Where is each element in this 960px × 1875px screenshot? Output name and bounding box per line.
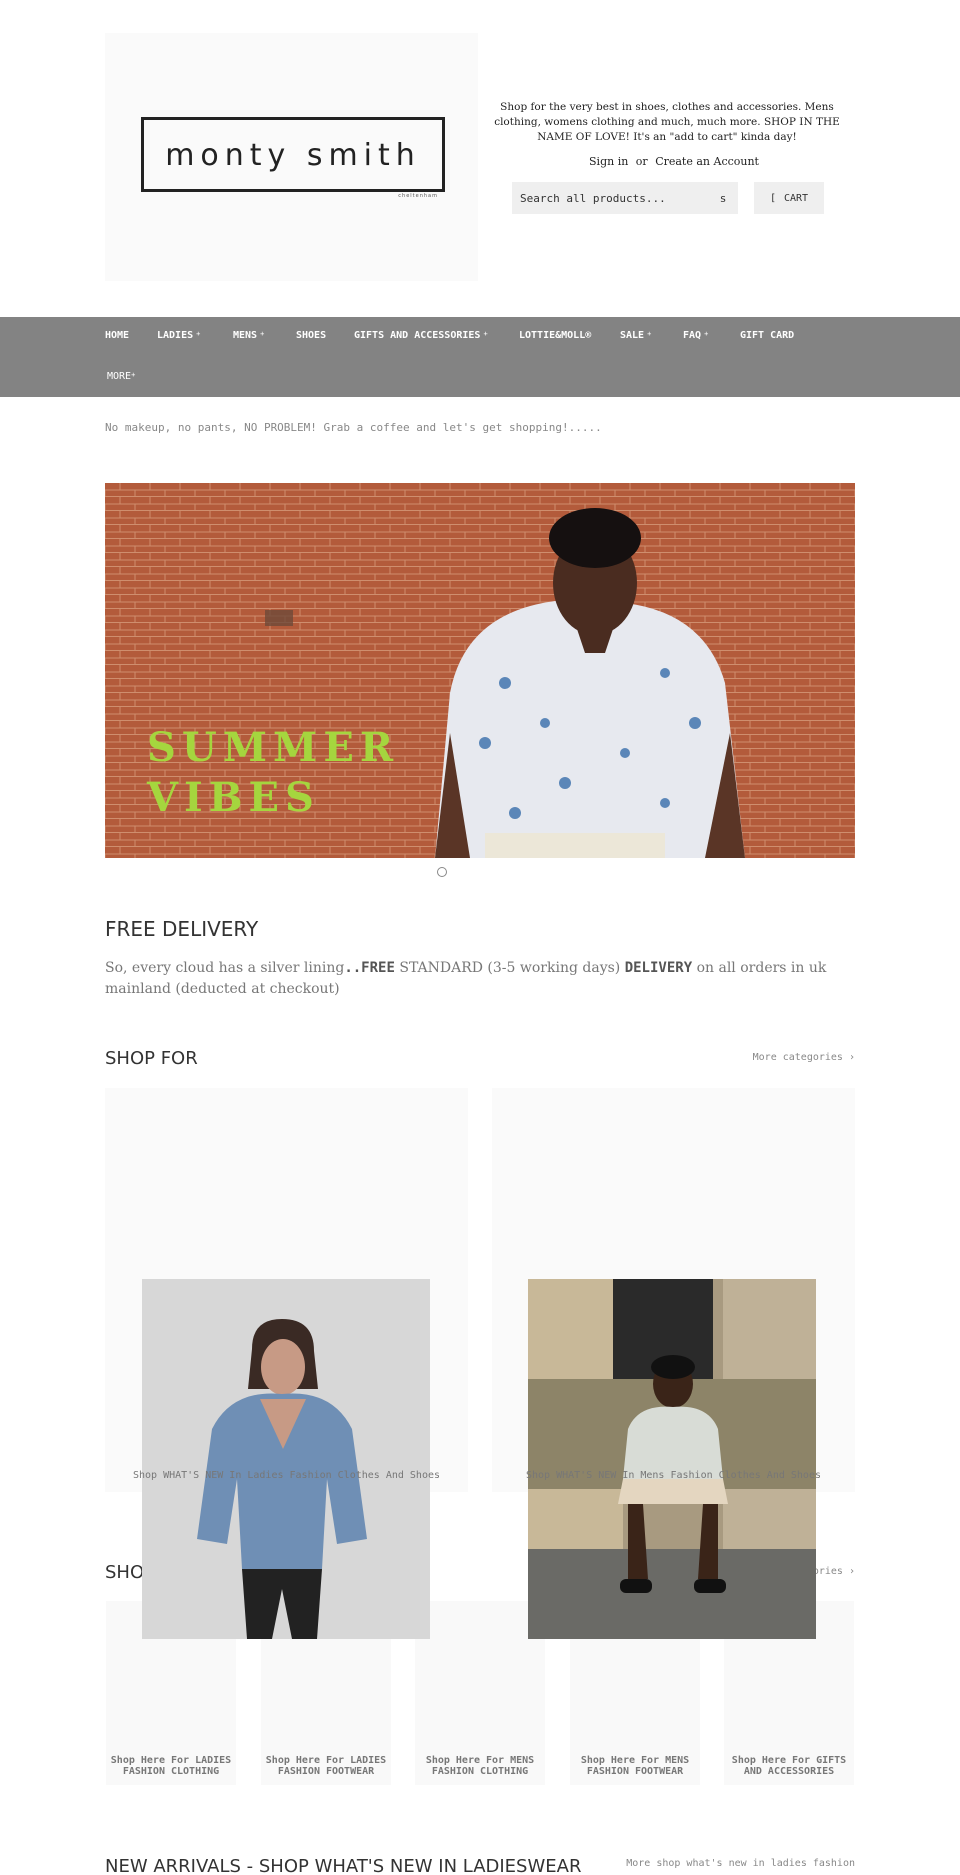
nav-label: LOTTIE&MOLL®: [519, 330, 592, 341]
mens-category-image[interactable]: [528, 1279, 816, 1639]
ladies-category-image[interactable]: [142, 1279, 430, 1639]
cart-icon: [: [769, 192, 776, 204]
plus-icon: +: [647, 330, 652, 338]
nav-label: GIFT CARD: [740, 330, 795, 341]
store-tagline: Shop for the very best in shoes, clothes…: [494, 101, 840, 143]
create-account-link[interactable]: Create an Account: [655, 155, 759, 168]
nav-item-faq[interactable]: FAQ +: [683, 330, 708, 341]
sign-in-link[interactable]: Sign in: [589, 155, 628, 168]
shop-for-title: SHOP FOR: [105, 1048, 198, 1069]
nav-label: MENS: [233, 330, 258, 341]
promo-message: No makeup, no pants, NO PROBLEM! Grab a …: [105, 421, 602, 434]
nav-label: SHOES: [296, 330, 327, 341]
slide-dot[interactable]: [437, 867, 447, 877]
fd-free-emphasis: ..FREE: [344, 960, 395, 976]
free-delivery-title: FREE DELIVERY: [105, 917, 259, 941]
nav-item-shoes[interactable]: SHOES: [296, 330, 326, 341]
plus-icon: +: [260, 330, 265, 338]
ladies-photo: [142, 1279, 430, 1639]
category-caption: Shop Here For LADIES FASHION FOOTWEAR: [265, 1755, 387, 1777]
nav-item-home[interactable]: HOME: [105, 330, 129, 341]
main-navigation: HOME LADIES + MENS + SHOES GIFTS AND ACCES…: [0, 317, 960, 397]
nav-item-gifts[interactable]: GIFTS AND ACCESSORIES +: [354, 330, 488, 341]
category-caption: Shop Here For MENS FASHION CLOTHING: [425, 1755, 535, 1777]
cart-label: CART: [783, 192, 809, 204]
category-card-mens-clothing[interactable]: Shop Here For MENS FASHION CLOTHING: [414, 1600, 546, 1786]
fd-text-part: STANDARD (3-5 working days): [394, 960, 625, 976]
nav-item-mens[interactable]: MENS +: [233, 330, 264, 341]
logo-frame: monty smith cheltenham: [141, 117, 445, 199]
category-caption: Shop WHAT'S NEW In Ladies Fashion Clothe…: [132, 1470, 441, 1481]
account-links: Sign in or Create an Account: [478, 155, 870, 168]
free-delivery-text: So, every cloud has a silver lining..FRE…: [105, 958, 855, 1000]
category-caption: Shop Here For GIFTS AND ACCESSORIES: [731, 1755, 847, 1777]
nav-label: MORE: [107, 371, 132, 382]
hero-line-2: VIBES: [147, 774, 320, 821]
hero-line-1: SUMMER: [147, 724, 400, 771]
nav-label: LADIES: [157, 330, 194, 341]
fd-text-part: So, every cloud has a silver lining: [105, 960, 345, 976]
category-caption: Shop Here For LADIES FASHION CLOTHING: [110, 1755, 232, 1777]
logo[interactable]: monty smith cheltenham: [105, 33, 478, 281]
new-arrivals-title: NEW ARRIVALS - SHOP WHAT'S NEW IN LADIES…: [105, 1856, 582, 1875]
plus-icon: +: [704, 330, 709, 338]
nav-label: HOME: [105, 330, 130, 341]
search-bar: s: [512, 182, 738, 214]
mens-photo: [528, 1279, 816, 1639]
nav-label: GIFTS AND ACCESSORIES: [354, 330, 481, 341]
hero-headline: SUMMER VIBES: [147, 723, 399, 823]
plus-icon: +: [131, 371, 136, 379]
search-icon[interactable]: s: [716, 192, 730, 205]
nav-item-sale[interactable]: SALE +: [620, 330, 651, 341]
cart-button[interactable]: [ CART: [754, 182, 824, 214]
fd-delivery-emphasis: DELIVERY: [624, 960, 693, 976]
plus-icon: +: [196, 330, 201, 338]
hero-slide[interactable]: SUMMER VIBES: [105, 483, 855, 858]
category-caption: Shop WHAT'S NEW In Mens Fashion Clothes …: [525, 1470, 821, 1481]
logo-subtext: cheltenham: [398, 193, 438, 199]
logo-text: monty smith: [165, 138, 421, 173]
more-categories-link[interactable]: More categories ›: [753, 1052, 855, 1063]
new-arrivals-more-link[interactable]: More shop what's new in ladies fashion: [626, 1858, 855, 1869]
nav-item-more[interactable]: MORE+: [107, 371, 135, 382]
nav-item-gift-card[interactable]: GIFT CARD: [740, 330, 794, 341]
nav-item-ladies[interactable]: LADIES +: [157, 330, 200, 341]
nav-label: FAQ: [683, 330, 702, 341]
nav-item-lottie-moll[interactable]: LOTTIE&MOLL®: [519, 330, 591, 341]
plus-icon: +: [483, 330, 488, 338]
nav-label: SALE: [620, 330, 645, 341]
search-input[interactable]: [520, 191, 716, 205]
category-caption: Shop Here For MENS FASHION FOOTWEAR: [580, 1755, 690, 1777]
or-text: or: [635, 155, 648, 168]
